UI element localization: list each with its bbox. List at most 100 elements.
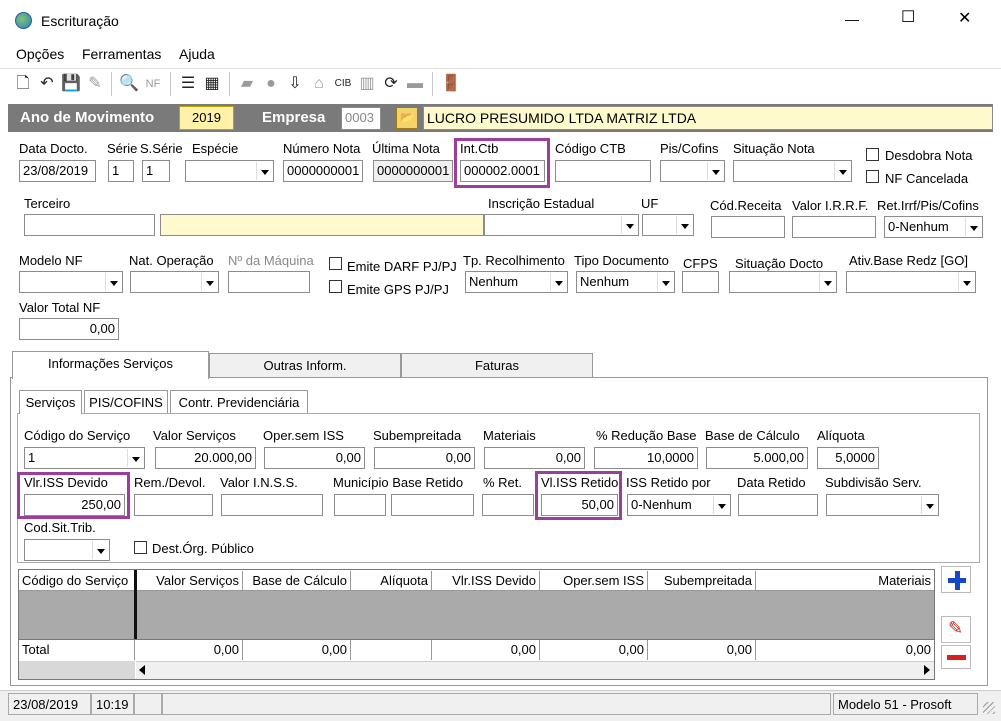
menu-ferramentas[interactable]: Ferramentas [82, 47, 161, 62]
subempreitada-field[interactable]: 0,00 [374, 447, 475, 469]
valor-irrf-field[interactable] [792, 216, 876, 238]
close-button[interactable]: ✕ [958, 11, 971, 27]
serie-field[interactable]: 1 [108, 160, 134, 182]
chevron-down-icon[interactable] [834, 162, 850, 180]
aliquota-field[interactable]: 5,0000 [817, 447, 879, 469]
chevron-down-icon[interactable] [657, 273, 673, 291]
valor-inss-field[interactable] [221, 494, 323, 516]
vlr-iss-devido-field[interactable]: 250,00 [24, 494, 125, 516]
numero-nota-field[interactable]: 0000000001 [283, 160, 363, 182]
add-item-button[interactable] [941, 566, 971, 593]
n-maquina-field[interactable] [228, 271, 310, 293]
chevron-down-icon[interactable] [105, 273, 121, 291]
refresh-icon[interactable]: ⟳ [380, 72, 402, 96]
minimize-button[interactable]: — [845, 12, 859, 27]
ret-irrf-select[interactable]: 0-Nenhum [884, 216, 983, 238]
delete-icon[interactable]: ✎ [84, 72, 106, 96]
chevron-down-icon[interactable] [550, 273, 566, 291]
chevron-down-icon[interactable] [713, 496, 729, 514]
tab-outras-inform[interactable]: Outras Inform. [209, 353, 401, 377]
menu-ajuda[interactable]: Ajuda [179, 47, 215, 62]
subdivisao-select[interactable] [826, 494, 939, 516]
emite-darf-checkbox[interactable] [329, 257, 342, 270]
apple-icon[interactable]: ● [260, 72, 282, 96]
empresa-code-field[interactable]: 0003 [341, 107, 381, 130]
chevron-down-icon[interactable] [256, 162, 272, 180]
list-icon[interactable]: ☰ [177, 72, 199, 96]
grid-col-subempreitada[interactable]: Subempreitada [648, 571, 756, 590]
oper-sem-iss-field[interactable]: 0,00 [264, 447, 365, 469]
terceiro-code-field[interactable] [24, 214, 155, 236]
tipo-documento-select[interactable]: Nenhum [576, 271, 675, 293]
chevron-down-icon[interactable] [127, 449, 143, 467]
vl-iss-retido-field[interactable]: 50,00 [541, 494, 618, 516]
valor-servicos-field[interactable]: 20.000,00 [155, 447, 256, 469]
open-folder-icon[interactable]: 📂 [396, 107, 418, 129]
rem-devol-field[interactable] [134, 494, 213, 516]
situacao-nota-select[interactable] [733, 160, 852, 182]
codigo-ctb-field[interactable] [555, 160, 651, 182]
edit-item-button[interactable]: ✎ [941, 616, 971, 643]
pct-ret-field[interactable] [482, 494, 534, 516]
tab-faturas[interactable]: Faturas [401, 353, 593, 377]
data-retido-field[interactable] [738, 494, 818, 516]
iss-retido-por-select[interactable]: 0-Nenhum [627, 494, 731, 516]
ano-movimento-field[interactable]: 2019 [179, 106, 234, 130]
dest-org-publico-checkbox[interactable] [134, 541, 147, 554]
subtab-pis-cofins[interactable]: PIS/COFINS [84, 390, 168, 414]
grid-col-codigo-servico[interactable]: Código do Serviço [19, 571, 135, 590]
print-preview-icon[interactable]: 🔍 [118, 72, 140, 96]
resize-grip-icon[interactable] [983, 702, 995, 714]
pis-cofins-select[interactable] [660, 160, 725, 182]
chevron-down-icon[interactable] [958, 273, 974, 291]
subtab-servicos[interactable]: Serviços [19, 390, 82, 414]
chevron-down-icon[interactable] [965, 218, 981, 236]
data-docto-field[interactable]: 23/08/2019 [19, 160, 96, 182]
especie-select[interactable] [185, 160, 274, 182]
grid-col-oper-sem-iss[interactable]: Oper.sem ISS [540, 571, 648, 590]
grid-col-aliquota[interactable]: Alíquota [351, 571, 432, 590]
cod-sit-trib-select[interactable] [24, 539, 110, 561]
ativ-base-select[interactable] [846, 271, 976, 293]
chevron-down-icon[interactable] [201, 273, 217, 291]
chevron-down-icon[interactable] [621, 216, 637, 234]
scroll-left-icon[interactable] [139, 665, 145, 675]
municipio-code-field[interactable] [334, 494, 386, 516]
nat-operacao-select[interactable] [130, 271, 219, 293]
emite-gps-checkbox[interactable] [329, 280, 342, 293]
cibs-icon[interactable]: CIB [332, 72, 354, 96]
sserie-field[interactable]: 1 [142, 160, 170, 182]
menu-opcoes[interactable]: Opções [16, 47, 64, 62]
chevron-down-icon[interactable] [676, 216, 692, 234]
nf-cancelada-checkbox[interactable] [866, 170, 879, 183]
remove-item-button[interactable] [941, 645, 971, 669]
chevron-down-icon[interactable] [92, 541, 108, 559]
grid-col-materiais[interactable]: Materiais [756, 571, 934, 590]
materiais-field[interactable]: 0,00 [484, 447, 585, 469]
calculator-icon[interactable]: ▦ [201, 72, 223, 96]
chart-icon[interactable]: ▥ [356, 72, 378, 96]
codigo-servico-select[interactable]: 1 [24, 447, 145, 469]
int-ctb-field[interactable]: 000002.0001 [460, 160, 545, 182]
grid-col-base-calculo[interactable]: Base de Cálculo [243, 571, 351, 590]
transfer-icon[interactable]: ⇩ [284, 72, 306, 96]
tp-recolhimento-select[interactable]: Nenhum [465, 271, 568, 293]
exit-door-icon[interactable]: 🚪 [440, 72, 462, 96]
subtab-contr-previdenciaria[interactable]: Contr. Previdenciária [170, 390, 308, 414]
minus-bar-icon[interactable]: ▬ [404, 72, 426, 96]
folder-icon[interactable]: ▰ [236, 72, 258, 96]
undo-icon[interactable]: ↶ [36, 72, 58, 96]
grid-horizontal-scrollbar[interactable] [136, 661, 934, 679]
new-document-icon[interactable]: 🗋 [12, 72, 34, 96]
grid-col-vlr-iss-devido[interactable]: Vlr.ISS Devido [432, 571, 540, 590]
save-icon[interactable]: 💾 [60, 72, 82, 96]
cod-receita-field[interactable] [711, 216, 785, 238]
modelo-nf-select[interactable] [19, 271, 123, 293]
tab-informacoes-servicos[interactable]: Informações Serviços [12, 351, 209, 379]
grid-col-valor-servicos[interactable]: Valor Serviços [137, 571, 243, 590]
chevron-down-icon[interactable] [819, 273, 835, 291]
cfps-field[interactable] [682, 271, 719, 293]
nfe-icon[interactable]: NF [142, 72, 164, 96]
maximize-button[interactable]: ☐ [901, 10, 915, 26]
scroll-right-icon[interactable] [924, 665, 930, 675]
